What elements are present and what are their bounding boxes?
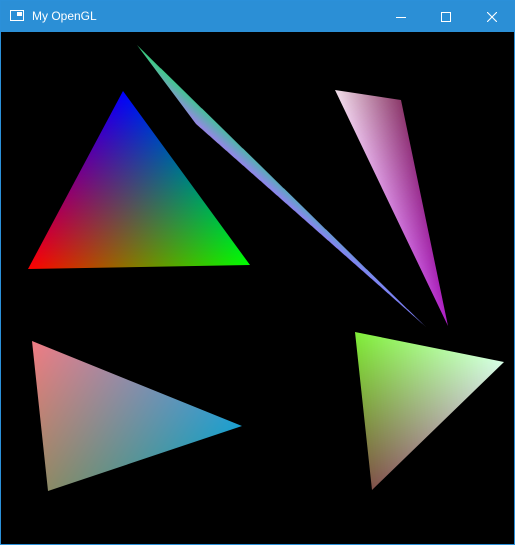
- salmon-teal-triangle: [32, 341, 242, 491]
- pink-purple-triangle-fill: [335, 90, 448, 326]
- app-window-icon: [10, 10, 24, 21]
- rgb-triangle-fill: [28, 91, 250, 269]
- green-mint-triangle-fill: [355, 332, 504, 490]
- window-title: My OpenGL: [32, 9, 97, 23]
- opengl-canvas[interactable]: [1, 32, 514, 544]
- scene-svg: [1, 32, 514, 544]
- minimize-icon: [395, 12, 406, 22]
- opengl-window: My OpenGL: [0, 0, 515, 545]
- pink-purple-triangle: [335, 90, 448, 326]
- title-bar[interactable]: My OpenGL: [1, 1, 514, 32]
- maximize-button[interactable]: [423, 1, 468, 32]
- maximize-icon: [440, 11, 451, 22]
- minimize-button[interactable]: [378, 1, 423, 32]
- green-mint-triangle: [355, 332, 504, 490]
- close-icon: [486, 11, 497, 22]
- rgb-triangle: [28, 91, 250, 269]
- salmon-teal-triangle-fill: [32, 341, 242, 491]
- close-button[interactable]: [469, 1, 514, 32]
